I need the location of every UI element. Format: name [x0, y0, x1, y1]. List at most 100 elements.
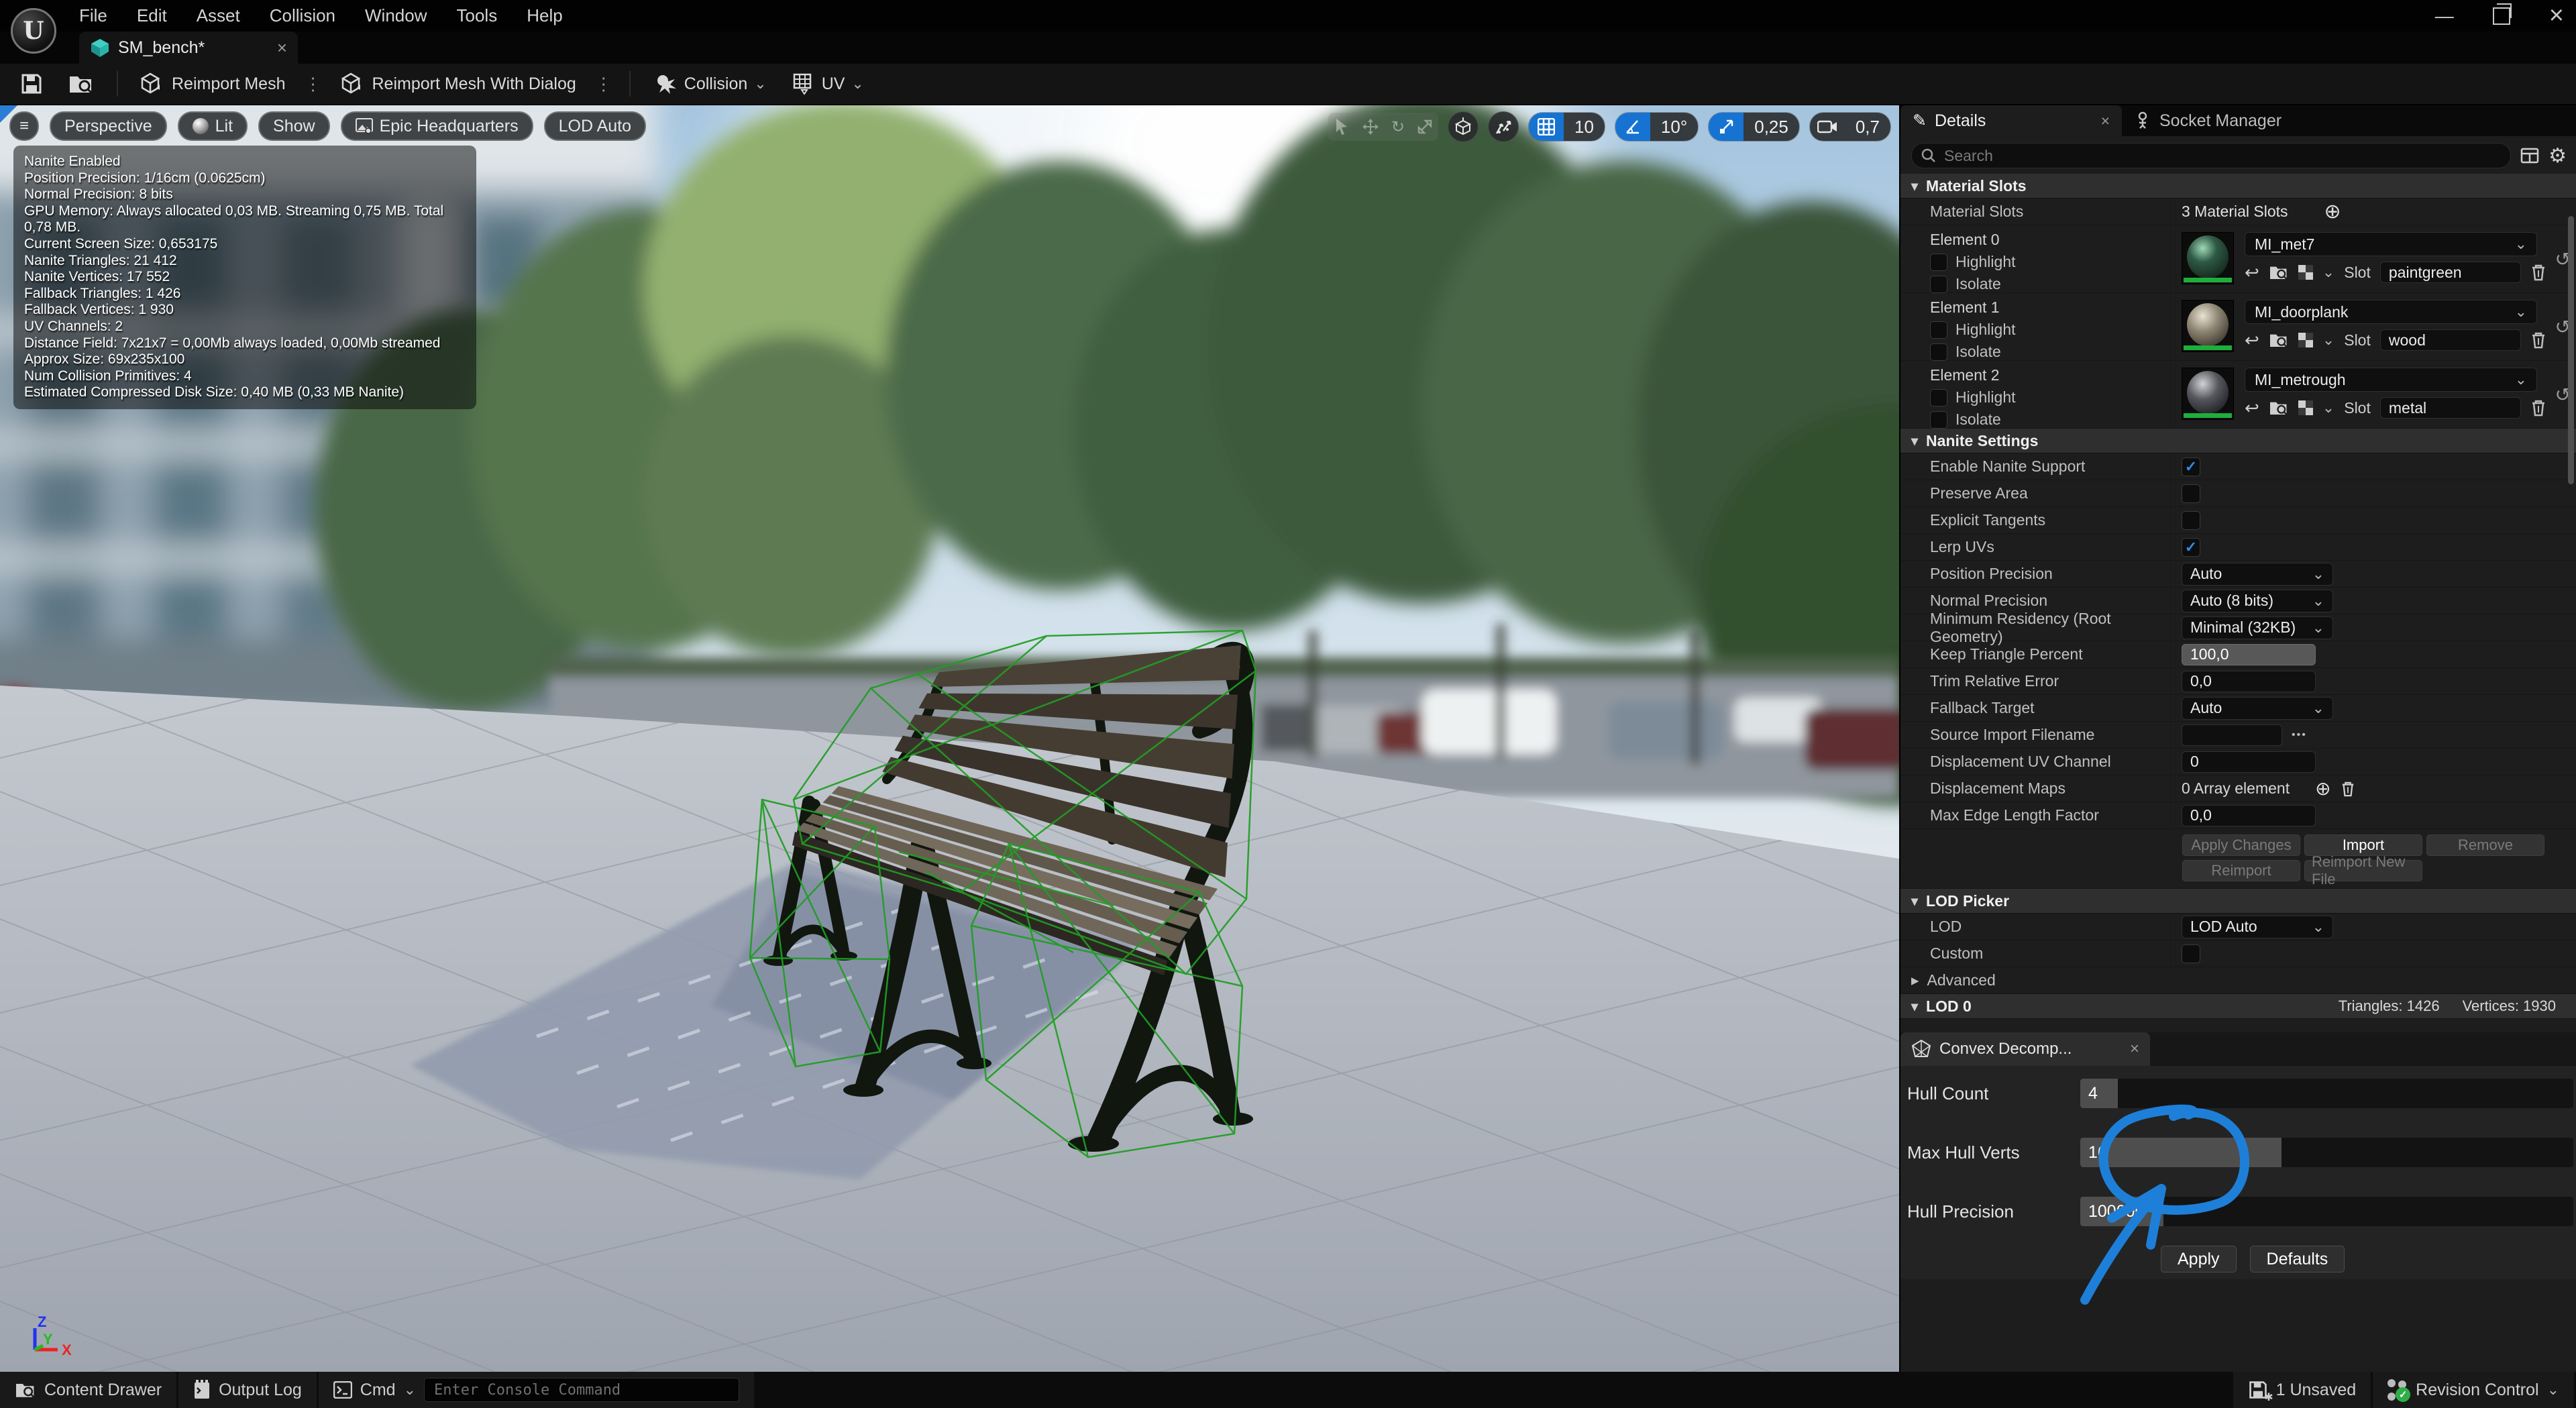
world-coordinate-button[interactable] [1448, 111, 1479, 142]
browse-to-asset-icon[interactable] [2269, 399, 2289, 417]
cmd-label[interactable]: Cmd [360, 1380, 396, 1400]
reimport-new-file-button[interactable]: Reimport New File [2304, 860, 2422, 881]
tab-convex-decomposition[interactable]: Convex Decomp... × [1900, 1032, 2150, 1066]
viewport-options-button[interactable]: ≡ [9, 111, 39, 141]
section-lod-picker[interactable]: ▾ LOD Picker [1900, 889, 2576, 914]
display-filter-icon[interactable] [2520, 146, 2539, 165]
isolate-checkbox[interactable] [1930, 411, 1947, 429]
isolate-checkbox[interactable] [1930, 343, 1947, 361]
slot-name-input[interactable]: paintgreen [2380, 262, 2521, 283]
output-log-button[interactable]: Output Log [178, 1372, 317, 1408]
3d-viewport[interactable]: Z X Y ≡ Perspective Lit Show Epic Headqu… [0, 105, 1899, 1372]
close-button[interactable]: × [2549, 1, 2564, 30]
apply-changes-button[interactable]: Apply Changes [2182, 834, 2300, 856]
highlight-checkbox[interactable] [1930, 389, 1947, 407]
move-tool-icon[interactable] [1362, 118, 1379, 136]
texture-picker-icon[interactable] [2298, 400, 2313, 415]
slot-name-input[interactable]: wood [2380, 329, 2521, 351]
use-selected-asset-icon[interactable]: ↩ [2245, 264, 2259, 281]
highlight-checkbox[interactable] [1930, 321, 1947, 339]
preserve-area-checkbox[interactable] [2182, 484, 2200, 503]
browse-to-asset-icon[interactable] [2269, 331, 2289, 349]
unsaved-button[interactable]: ✱ 1 Unsaved [2233, 1372, 2371, 1408]
chevron-down-icon[interactable]: ⌄ [2322, 404, 2334, 411]
settings-gear-icon[interactable]: ⚙ [2548, 144, 2567, 168]
lod-dropdown[interactable]: LOD Auto⌄ [2182, 916, 2333, 938]
unreal-logo-icon[interactable]: U [11, 8, 56, 54]
minimize-button[interactable]: — [2435, 5, 2454, 27]
content-drawer-button[interactable]: Content Drawer [0, 1372, 176, 1408]
console-command-box[interactable] [424, 1378, 739, 1402]
tab-close-icon[interactable]: × [2101, 112, 2110, 130]
search-box[interactable] [1911, 143, 2511, 168]
reimport-button[interactable]: Reimport [2182, 860, 2300, 881]
view-mode-dropdown[interactable]: Lit [178, 111, 248, 141]
surface-snapping-button[interactable] [1488, 111, 1519, 142]
menu-help[interactable]: Help [527, 5, 562, 26]
trim-relative-error-field[interactable]: 0,0 [2182, 671, 2316, 692]
section-material-slots[interactable]: ▾ Material Slots [1900, 174, 2576, 199]
tab-sm-bench[interactable]: SM_bench* × [79, 32, 298, 64]
scale-snap-control[interactable]: 0,25 [1708, 112, 1800, 142]
texture-picker-icon[interactable] [2298, 265, 2313, 280]
max-hull-verts-slider[interactable]: 16 [2080, 1138, 2573, 1167]
chevron-down-icon[interactable]: ⌄ [2322, 269, 2334, 276]
camera-speed-control[interactable]: 0,7 [1809, 112, 1891, 142]
highlight-checkbox[interactable] [1930, 254, 1947, 271]
select-tool-icon[interactable] [1334, 118, 1350, 136]
explicit-tangents-checkbox[interactable] [2182, 511, 2200, 530]
use-selected-asset-icon[interactable]: ↩ [2245, 331, 2259, 349]
menu-collision[interactable]: Collision [270, 5, 335, 26]
displacement-uv-channel-field[interactable]: 0 [2182, 751, 2316, 773]
apply-button[interactable]: Apply [2161, 1246, 2237, 1272]
delete-slot-icon[interactable] [2530, 263, 2546, 282]
preview-scene-dropdown[interactable]: Epic Headquarters [341, 111, 533, 141]
position-precision-dropdown[interactable]: Auto⌄ [2182, 563, 2333, 586]
remove-button[interactable]: Remove [2426, 834, 2544, 856]
reimport-mesh-with-dialog-button[interactable]: Reimport Mesh With Dialog [335, 68, 583, 99]
rotation-snap-control[interactable]: 10° [1615, 112, 1699, 142]
collision-dropdown-button[interactable]: Collision ⌄ [647, 68, 773, 99]
material-dropdown[interactable]: MI_metrough ⌄ [2245, 368, 2537, 392]
rotate-tool-icon[interactable]: ↻ [1391, 117, 1405, 137]
reimport-mesh-options-icon[interactable]: ⋮ [305, 74, 323, 95]
material-thumbnail[interactable] [2182, 300, 2234, 352]
hull-count-slider[interactable]: 4 [2080, 1079, 2573, 1108]
add-array-element-icon[interactable]: ⊕ [2315, 777, 2330, 800]
material-dropdown[interactable]: MI_doorplank ⌄ [2245, 300, 2537, 324]
tab-close-icon[interactable]: × [2130, 1040, 2139, 1059]
reimport-dialog-options-icon[interactable]: ⋮ [595, 74, 613, 95]
material-thumbnail[interactable] [2182, 368, 2234, 420]
grid-snap-control[interactable]: 10 [1528, 112, 1605, 142]
perspective-dropdown[interactable]: Perspective [50, 111, 167, 141]
minimum-residency-dropdown[interactable]: Minimal (32KB)⌄ [2182, 616, 2333, 639]
section-nanite-settings[interactable]: ▾ Nanite Settings [1900, 429, 2576, 453]
scale-tool-icon[interactable] [1417, 119, 1433, 135]
lerp-uvs-checkbox[interactable]: ✓ [2182, 538, 2200, 557]
browse-file-icon[interactable]: ••• [2292, 729, 2307, 741]
isolate-checkbox[interactable] [1930, 276, 1947, 293]
search-input[interactable] [1943, 146, 2501, 166]
menu-tools[interactable]: Tools [457, 5, 498, 26]
uv-dropdown-button[interactable]: UV ⌄ [786, 68, 871, 99]
use-selected-asset-icon[interactable]: ↩ [2245, 399, 2259, 417]
restore-button[interactable] [2493, 7, 2510, 25]
show-dropdown[interactable]: Show [258, 111, 330, 141]
source-import-filename-field[interactable] [2182, 724, 2282, 746]
enable-nanite-checkbox[interactable]: ✓ [2182, 457, 2200, 476]
custom-checkbox[interactable] [2182, 944, 2200, 963]
defaults-button[interactable]: Defaults [2250, 1246, 2345, 1272]
menu-file[interactable]: File [79, 5, 107, 26]
hull-precision-slider[interactable]: 100000 [2080, 1197, 2573, 1226]
delete-slot-icon[interactable] [2530, 331, 2546, 349]
slot-name-input[interactable]: metal [2380, 397, 2521, 419]
delete-slot-icon[interactable] [2530, 398, 2546, 417]
save-button[interactable] [13, 68, 50, 99]
keep-triangle-percent-field[interactable]: 100,0 [2182, 644, 2316, 665]
clear-array-icon[interactable] [2341, 780, 2355, 798]
material-dropdown[interactable]: MI_met7 ⌄ [2245, 232, 2537, 256]
chevron-down-icon[interactable]: ⌄ [2322, 337, 2334, 343]
section-lod0[interactable]: ▾ LOD 0 Triangles: 1426 Vertices: 1930 [1900, 994, 2576, 1019]
material-thumbnail[interactable] [2182, 232, 2234, 284]
advanced-row[interactable]: ▸ Advanced [1900, 967, 2576, 994]
